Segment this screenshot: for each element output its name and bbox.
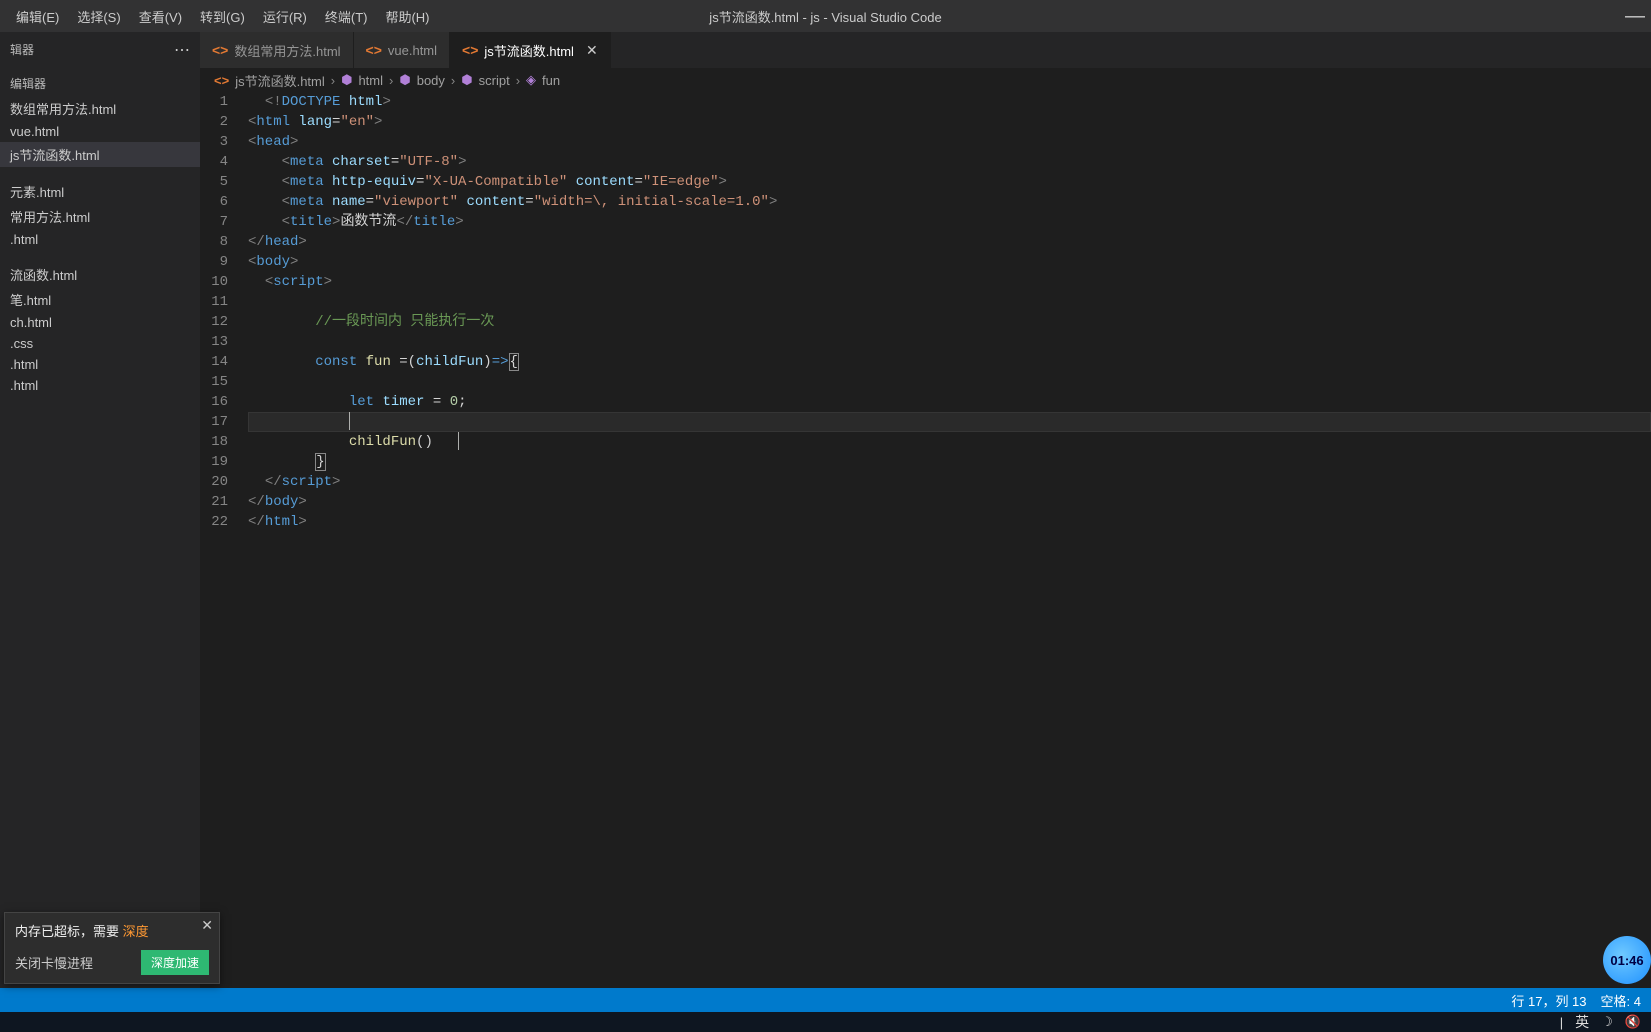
- menu-terminal[interactable]: 终端(T): [317, 3, 376, 30]
- window-title: js节流函数.html - js - Visual Studio Code: [709, 7, 941, 26]
- bc-node[interactable]: script: [479, 73, 510, 88]
- open-editors-label: 编辑器: [0, 71, 200, 96]
- code-editor[interactable]: 123 456 789 101112 131415 161718 192021 …: [200, 92, 1651, 988]
- file-item[interactable]: 常用方法.html: [0, 204, 200, 229]
- open-file-2[interactable]: js节流函数.html: [0, 142, 200, 167]
- file-section[interactable]: 流函数.html: [0, 262, 200, 287]
- sound-icon[interactable]: 🔇: [1625, 1014, 1641, 1030]
- bc-node[interactable]: html: [358, 73, 383, 88]
- gutter: 123 456 789 101112 131415 161718 192021 …: [200, 92, 248, 988]
- tab-label: 数组常用方法.html: [234, 41, 340, 60]
- tab-1[interactable]: <> vue.html: [354, 32, 451, 68]
- close-icon[interactable]: ✕: [586, 42, 598, 59]
- editor-area: <> 数组常用方法.html <> vue.html <> js节流函数.htm…: [200, 32, 1651, 988]
- open-file-1[interactable]: vue.html: [0, 121, 200, 142]
- sidebar-header: 辑器 ⋯: [0, 32, 200, 67]
- element-icon: ⬢: [399, 72, 410, 88]
- sidebar-title: 辑器: [10, 41, 34, 58]
- more-icon[interactable]: ⋯: [174, 40, 190, 60]
- titlebar: 编辑(E) 选择(S) 查看(V) 转到(G) 运行(R) 终端(T) 帮助(H…: [0, 0, 1651, 32]
- taskbar: | 英 ☽ 🔇: [0, 1012, 1651, 1032]
- file-item[interactable]: 笔.html: [0, 287, 200, 312]
- menu-goto[interactable]: 转到(G): [192, 3, 253, 30]
- assistant-bubble[interactable]: 01:46: [1603, 936, 1651, 984]
- menubar: 编辑(E) 选择(S) 查看(V) 转到(G) 运行(R) 终端(T) 帮助(H…: [8, 3, 438, 30]
- file-item[interactable]: .html: [0, 375, 200, 396]
- html-icon: <>: [214, 73, 229, 88]
- element-icon: ⬢: [341, 72, 352, 88]
- bc-node[interactable]: body: [417, 73, 445, 88]
- divider-icon: |: [1560, 1015, 1563, 1030]
- file-item[interactable]: .css: [0, 333, 200, 354]
- menu-select[interactable]: 选择(S): [69, 3, 128, 30]
- spaces-indicator[interactable]: 空格: 4: [1601, 991, 1641, 1010]
- cursor-position[interactable]: 行 17，列 13: [1511, 991, 1586, 1010]
- open-file-0[interactable]: 数组常用方法.html: [0, 96, 200, 121]
- bc-file[interactable]: js节流函数.html: [235, 71, 325, 90]
- notification-popup: ✕ 内存已超标，需要 深度 关闭卡慢进程 深度加速: [4, 912, 220, 984]
- file-item[interactable]: .html: [0, 354, 200, 375]
- tab-label: js节流函数.html: [484, 41, 574, 60]
- accelerate-button[interactable]: 深度加速: [141, 950, 209, 975]
- statusbar: 行 17，列 13 空格: 4: [0, 988, 1651, 1012]
- moon-icon[interactable]: ☽: [1601, 1014, 1613, 1030]
- close-icon[interactable]: ✕: [201, 917, 213, 934]
- sidebar: 辑器 ⋯ 编辑器 数组常用方法.html vue.html js节流函数.htm…: [0, 32, 200, 988]
- ime-indicator[interactable]: 英: [1575, 1012, 1589, 1032]
- file-item[interactable]: .html: [0, 229, 200, 250]
- element-icon: ⬢: [461, 72, 472, 88]
- assistant-time: 01:46: [1610, 953, 1643, 968]
- breadcrumb[interactable]: <> js节流函数.html › ⬢ html › ⬢ body › ⬢ scr…: [200, 68, 1651, 92]
- notification-sub: 关闭卡慢进程: [15, 953, 93, 972]
- bc-node[interactable]: fun: [542, 73, 560, 88]
- tab-0[interactable]: <> 数组常用方法.html: [200, 32, 354, 68]
- menu-view[interactable]: 查看(V): [131, 3, 190, 30]
- window-minimize[interactable]: —: [1625, 5, 1645, 28]
- file-item[interactable]: ch.html: [0, 312, 200, 333]
- file-item[interactable]: 元素.html: [0, 179, 200, 204]
- method-icon: ◈: [526, 72, 536, 88]
- menu-edit[interactable]: 编辑(E): [8, 3, 67, 30]
- tab-2[interactable]: <> js节流函数.html ✕: [450, 32, 611, 68]
- html-icon: <>: [366, 42, 382, 58]
- menu-run[interactable]: 运行(R): [255, 3, 315, 30]
- notification-text: 内存已超标，需要 深度: [15, 921, 209, 940]
- code-content[interactable]: <!DOCTYPE html> <html lang="en"> <head> …: [248, 92, 1651, 988]
- tabs: <> 数组常用方法.html <> vue.html <> js节流函数.htm…: [200, 32, 1651, 68]
- menu-help[interactable]: 帮助(H): [377, 3, 437, 30]
- tab-label: vue.html: [388, 43, 437, 58]
- html-icon: <>: [212, 42, 228, 58]
- html-icon: <>: [462, 42, 478, 58]
